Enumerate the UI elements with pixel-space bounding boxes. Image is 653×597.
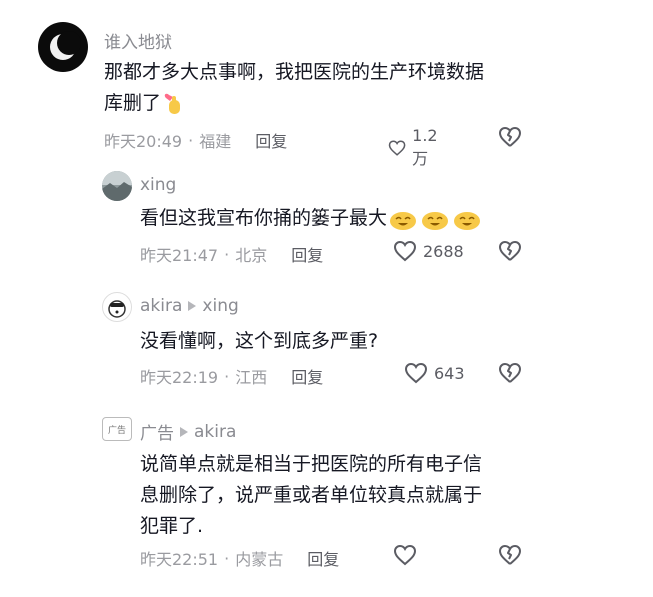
comment-text: 没看懂啊，这个到底多严重? xyxy=(140,330,379,352)
reply-button[interactable]: 回复 xyxy=(255,128,287,152)
avatar[interactable] xyxy=(102,292,132,322)
comment-text: 那都才多大点事啊，我把医院的生产环境数据 库删了 xyxy=(104,57,544,119)
laughing-emoji-icons xyxy=(389,207,482,231)
location: 北京 xyxy=(235,246,268,265)
timestamp: 昨天22:19 xyxy=(140,368,219,387)
dislike-button[interactable] xyxy=(498,544,522,566)
dislike-button[interactable] xyxy=(498,126,522,148)
reply-button[interactable]: 回复 xyxy=(307,546,339,570)
dislike-button[interactable] xyxy=(498,240,522,262)
reply-to-user[interactable]: akira xyxy=(194,422,236,442)
separator: · xyxy=(224,366,230,386)
like-button[interactable]: 643 xyxy=(404,362,465,384)
broken-heart-icon xyxy=(499,241,521,261)
broken-heart-icon xyxy=(499,127,521,147)
reply-arrow-icon xyxy=(180,426,188,437)
finger-heart-emoji-icon xyxy=(164,93,181,114)
heart-icon xyxy=(393,240,417,262)
reply-button[interactable]: 回复 xyxy=(291,242,323,266)
reply-button[interactable]: 回复 xyxy=(291,364,323,388)
comment-meta: 昨天21:47 · 北京 回复 xyxy=(140,242,323,266)
username[interactable]: 广告 akira xyxy=(140,419,236,445)
location: 江西 xyxy=(235,368,268,387)
timestamp: 昨天22:51 xyxy=(140,550,219,569)
username[interactable]: xing xyxy=(140,175,176,195)
like-button[interactable] xyxy=(393,544,423,566)
moon-icon xyxy=(50,31,81,60)
timestamp: 昨天21:47 xyxy=(140,246,219,265)
comment-text: 看但这我宣布你捅的篓子最大 xyxy=(140,203,540,234)
like-count: 1.2万 xyxy=(412,126,438,168)
dog-avatar-icon xyxy=(108,300,126,318)
reply-arrow-icon xyxy=(188,301,197,311)
heart-icon xyxy=(388,139,406,156)
like-button[interactable]: 1.2万 xyxy=(388,126,443,169)
comment-meta: 昨天22:51 · 内蒙古 回复 xyxy=(140,546,339,570)
broken-heart-icon xyxy=(499,545,521,565)
username[interactable]: 谁入地狱 xyxy=(104,28,172,53)
username[interactable]: akira xing xyxy=(140,296,239,316)
dislike-button[interactable] xyxy=(498,362,522,384)
comment-meta: 昨天22:19 · 江西 回复 xyxy=(140,364,323,388)
separator: · xyxy=(188,130,194,150)
like-count: 2688 xyxy=(423,241,464,261)
comment-text: 说简单点就是相当于把医院的所有电子信 息删除了，说严重或者单位较真点就属于 犯罪… xyxy=(140,453,483,537)
separator: · xyxy=(224,548,230,568)
like-count: 643 xyxy=(434,363,465,383)
like-button[interactable]: 2688 xyxy=(393,240,464,262)
heart-icon xyxy=(393,544,417,566)
avatar[interactable] xyxy=(102,171,132,201)
separator: · xyxy=(224,244,230,264)
broken-heart-icon xyxy=(499,363,521,383)
landscape-avatar-icon xyxy=(102,171,132,201)
location: 福建 xyxy=(199,132,232,151)
timestamp: 昨天20:49 xyxy=(104,132,183,151)
reply-to-user[interactable]: xing xyxy=(202,296,238,316)
heart-icon xyxy=(404,362,428,384)
avatar[interactable]: 广告 xyxy=(102,417,132,441)
location: 内蒙古 xyxy=(235,550,284,569)
avatar[interactable] xyxy=(38,22,88,72)
comment-meta: 昨天20:49 · 福建 回复 xyxy=(104,128,287,152)
